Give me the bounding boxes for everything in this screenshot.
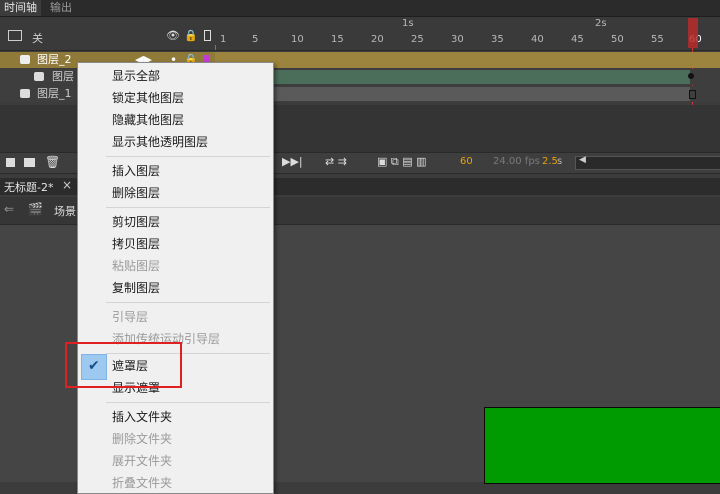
ruler-frame-label: 40	[531, 34, 544, 45]
scroll-left-icon[interactable]: ◀	[579, 155, 586, 165]
ruler-frame-label: 25	[411, 34, 424, 45]
ruler-second-label: 1s	[402, 18, 414, 29]
ruler-frame-label: 15	[331, 34, 344, 45]
current-frame[interactable]: 60	[460, 156, 473, 167]
menu-item-show-others-transparent[interactable]: 显示其他透明图层	[112, 132, 208, 152]
layer-name[interactable]: 图层_2	[37, 52, 72, 68]
menu-item-guide[interactable]: 引导层	[112, 307, 148, 327]
lock-icon[interactable]: 🔒	[184, 29, 198, 42]
menu-item-hide-others[interactable]: 隐藏其他图层	[112, 110, 184, 130]
layer-name[interactable]: 图层	[52, 69, 74, 85]
new-folder-icon[interactable]	[24, 158, 35, 167]
document-tab-title[interactable]: 无标题-2*	[4, 179, 53, 195]
ruler-frame-label: 5	[252, 34, 259, 45]
green-rectangle-shape[interactable]	[484, 407, 720, 484]
menu-item-show-all[interactable]: 显示全部	[112, 66, 160, 86]
tab-timeline[interactable]: 时间轴	[0, 0, 41, 16]
menu-item-lock-others[interactable]: 锁定其他图层	[112, 88, 184, 108]
menu-item-delete-layer[interactable]: 删除图层	[112, 183, 160, 203]
layer-icon	[20, 89, 30, 98]
menu-item-insert-folder[interactable]: 插入文件夹	[112, 407, 172, 427]
menu-item-insert-layer[interactable]: 插入图层	[112, 161, 160, 181]
menu-separator	[106, 402, 270, 403]
scene-icon: 🎬	[28, 202, 43, 216]
menu-item-copy-layer[interactable]: 拷贝图层	[112, 234, 160, 254]
back-arrow-icon[interactable]: ⇐	[4, 202, 14, 216]
elapsed-time[interactable]: 2.5	[542, 156, 558, 167]
outline-icon[interactable]	[204, 30, 211, 41]
menu-separator	[106, 156, 270, 157]
ruler-frame-label: 35	[491, 34, 504, 45]
layer-name[interactable]: 图层_1	[37, 86, 72, 102]
ruler-frame-label: 45	[571, 34, 584, 45]
frames-span[interactable]	[215, 87, 690, 101]
tween-span[interactable]	[215, 70, 690, 84]
frames-track[interactable]	[215, 52, 720, 68]
ruler-frame-label: 1	[220, 34, 227, 45]
layer-icon	[20, 55, 30, 64]
delete-icon[interactable]: 🗑	[45, 155, 60, 169]
ruler-frame-label: 55	[651, 34, 664, 45]
menu-item-collapse-folder[interactable]: 折叠文件夹	[112, 473, 172, 493]
frame-rate[interactable]: 24.00 fps	[493, 156, 540, 167]
layer-list-icon[interactable]	[8, 30, 22, 41]
timeline-ruler[interactable]: 1s 2s 1 5 10 15 20 25 30 35 40 45 50 55 …	[215, 17, 720, 50]
tab-output[interactable]: 输出	[46, 0, 76, 16]
keyframe-dot[interactable]	[688, 73, 694, 79]
panel-tab-bar: 时间轴 输出	[0, 0, 720, 17]
highlight-annotation-box	[65, 342, 182, 388]
menu-item-expand-folder[interactable]: 展开文件夹	[112, 451, 172, 471]
ruler-frame-label: 20	[371, 34, 384, 45]
menu-separator	[106, 302, 270, 303]
menu-item-duplicate-layer[interactable]: 复制图层	[112, 278, 160, 298]
keyframe-marker[interactable]	[689, 90, 696, 99]
loop-icon[interactable]: ⇄ ⇉	[325, 155, 347, 168]
playhead-marker[interactable]	[688, 18, 698, 48]
play-icon[interactable]: ▶▶|	[282, 155, 303, 168]
menu-item-paste-layer[interactable]: 粘贴图层	[112, 256, 160, 276]
ruler-frame-label: 30	[451, 34, 464, 45]
ruler-frame-label: 10	[291, 34, 304, 45]
menu-item-delete-folder[interactable]: 删除文件夹	[112, 429, 172, 449]
layer-context-menu: 显示全部 锁定其他图层 隐藏其他图层 显示其他透明图层 插入图层 删除图层 剪切…	[77, 62, 274, 494]
layer-icon	[34, 72, 44, 81]
new-layer-icon[interactable]	[6, 158, 15, 167]
eye-icon[interactable]: 👁	[166, 29, 180, 42]
elapsed-time-unit: s	[557, 156, 563, 167]
layer-column-label: 关	[32, 32, 43, 45]
onion-skin-icon[interactable]: ▣ ⧉ ▤ ▥	[377, 155, 427, 169]
ruler-tick	[215, 45, 216, 50]
scene-label[interactable]: 场景	[54, 203, 76, 219]
menu-separator	[106, 207, 270, 208]
menu-item-cut-layer[interactable]: 剪切图层	[112, 212, 160, 232]
close-icon[interactable]: ×	[62, 178, 72, 192]
horizontal-scrollbar[interactable]: ◀	[575, 155, 720, 170]
ruler-frame-label: 50	[611, 34, 624, 45]
ruler-second-label: 2s	[595, 18, 607, 29]
